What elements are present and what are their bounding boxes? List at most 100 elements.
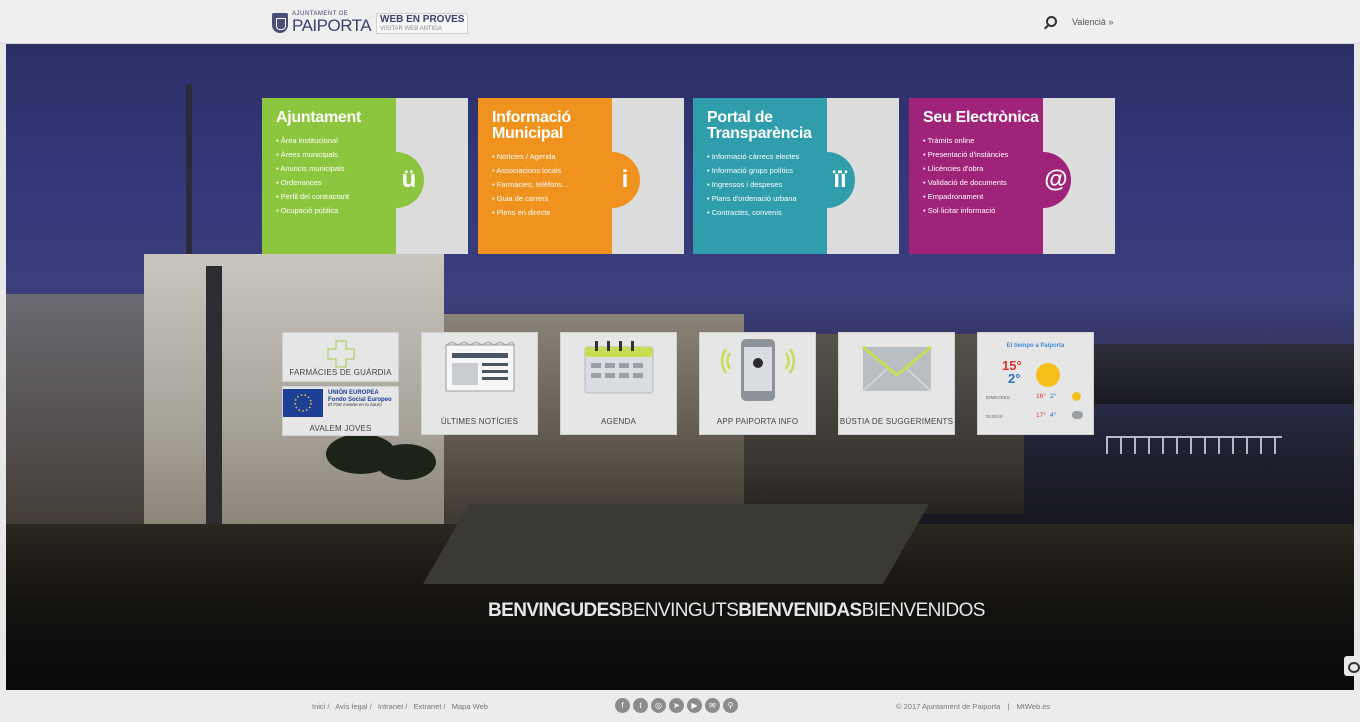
card-link[interactable]: Empadronament (923, 190, 1043, 204)
card-color-panel: Informació Municipal Notícies / Agenda A… (478, 98, 612, 254)
telegram-icon[interactable]: ➤ (669, 698, 684, 713)
top-bar: AJUNTAMENT DE PAIPORTA WEB EN PROVES VIS… (0, 0, 1360, 44)
card-link[interactable]: Informació càrrecs electes (707, 150, 827, 164)
footer-link-avis-legal[interactable]: Avís legal / (335, 702, 372, 711)
building-stripe (206, 266, 222, 566)
card-link[interactable]: Associacions locals (492, 164, 612, 178)
tile-avalem-joves[interactable]: UNIÓN EUROPEA Fondo Social Europeo El FS… (282, 386, 399, 436)
card-link[interactable]: Ordenances (276, 176, 396, 190)
facebook-icon[interactable]: f (615, 698, 630, 713)
eu-line-1: UNIÓN EUROPEA (328, 390, 379, 396)
footer-links: Inici / Avís legal / Intranet / Extranet… (312, 702, 492, 711)
card-link[interactable]: Àrees municipals (276, 148, 396, 162)
today-min: 2° (1008, 371, 1021, 386)
tile-weather[interactable]: El tiempo a Paiporta 15° 2° DIMECRES 16°… (977, 332, 1094, 435)
copyright-text: © 2017 Ajuntament de Paiporta (896, 702, 1001, 711)
credit-link[interactable]: MtWeb.es (1017, 702, 1051, 711)
tile-label: APP PAIPORTA INFO (716, 417, 799, 426)
day2-min: 4° (1050, 412, 1057, 419)
card-title: Informació Municipal (492, 109, 571, 142)
day2-name: DIJOUS (986, 414, 1003, 419)
weather-title: El tiempo a Paiporta (1006, 343, 1065, 349)
card-link[interactable]: Farmàcies, telèfons... (492, 178, 612, 192)
bridge (1106, 436, 1282, 454)
card-color-panel: Portal de Transparència Informació càrre… (693, 98, 827, 254)
card-title: Portal de Transparència (707, 109, 812, 142)
sun-icon (1072, 392, 1081, 401)
instagram-icon[interactable]: ◎ (651, 698, 666, 713)
card-color-panel: Ajuntament Àrea institucional Àrees muni… (262, 98, 396, 254)
day1-min: 2° (1050, 393, 1057, 400)
card-title: Ajuntament (276, 109, 362, 126)
social-links: f t ◎ ➤ ▶ ✉ ⚲ (615, 698, 738, 713)
card-link[interactable]: Contractes, convenis (707, 206, 827, 220)
card-link[interactable]: Àrea institucional (276, 134, 396, 148)
card-title: Seu Electrònica (923, 109, 1039, 126)
tile-label: BÚSTIA DE SUGGERIMENTS (839, 417, 954, 426)
proves-subtitle: VISITAR WEB ANTIGA (380, 26, 442, 32)
card-portal-transparencia[interactable]: ïï Portal de Transparència Informació cà… (693, 98, 899, 254)
tile-label: AGENDA (601, 417, 636, 426)
day1-name: DIMECRES (986, 395, 1010, 400)
cloud-icon (1072, 411, 1083, 419)
card-link[interactable]: Presentació d'instàncies (923, 148, 1043, 162)
welcome-word: BENVINGUDES (488, 600, 621, 621)
eu-flag-icon (283, 389, 323, 417)
card-link[interactable]: Guia de carrers (492, 192, 612, 206)
card-link[interactable]: Perfil del contractant (276, 190, 396, 204)
card-link[interactable]: Ingressos i despeses (707, 178, 827, 192)
tile-label: FARMÀCIES DE GUÀRDIA (289, 368, 392, 377)
card-link[interactable]: Ocupació pública (276, 204, 396, 218)
welcome-word: BENVINGUTS (620, 600, 739, 621)
mail-icon[interactable]: ✉ (705, 698, 720, 713)
card-link[interactable]: Plens en directe (492, 206, 612, 220)
tile-label: ÚLTIMES NOTÍCIES (440, 417, 519, 426)
proves-title: WEB EN PROVES (380, 14, 465, 25)
card-link[interactable]: Anuncis municipals (276, 162, 396, 176)
footer-link-mapa-web[interactable]: Mapa Web (452, 702, 488, 711)
card-color-panel: Seu Electrònica Tràmits online Presentac… (909, 98, 1043, 254)
eu-text: UNIÓN EUROPEA Fondo Social Europeo El FS… (328, 390, 392, 408)
eu-line-3: El FSE invierte en tu futuro (328, 402, 382, 408)
card-link[interactable]: Plans d'ordenació urbana (707, 192, 827, 206)
coat-of-arms-icon (272, 12, 288, 33)
card-informacio-municipal[interactable]: i Informació Municipal Notícies / Agenda… (478, 98, 684, 254)
search-icon[interactable] (1046, 16, 1057, 27)
footer-separator: | (1007, 702, 1010, 711)
footer-link-inici[interactable]: Inici / (312, 702, 330, 711)
card-seu-electronica[interactable]: @ Seu Electrònica Tràmits online Present… (909, 98, 1115, 254)
welcome-word: BIENVENIDAS (738, 600, 862, 621)
language-switch[interactable]: Valencià » (1072, 17, 1113, 27)
day1-max: 16° (1036, 393, 1046, 400)
card-link[interactable]: Notícies / Agenda (492, 150, 612, 164)
camera-icon[interactable] (1344, 656, 1360, 676)
old-web-link[interactable]: WEB EN PROVES VISITAR WEB ANTIGA (376, 13, 469, 34)
location-icon[interactable]: ⚲ (723, 698, 738, 713)
card-ajuntament[interactable]: ü Ajuntament Àrea institucional Àrees mu… (262, 98, 468, 254)
youtube-icon[interactable]: ▶ (687, 698, 702, 713)
card-link[interactable]: Sol·licitar informació (923, 204, 1043, 218)
tile-farmacies[interactable]: FARMÀCIES DE GUÀRDIA (282, 332, 399, 382)
card-links: Tràmits online Presentació d'instàncies … (923, 134, 1043, 218)
footer-link-extranet[interactable]: Extranet / (414, 702, 446, 711)
card-links: Informació càrrecs electes Informació gr… (707, 150, 827, 220)
card-link[interactable]: Validació de documents (923, 176, 1043, 190)
tile-bustia-suggeriments[interactable]: BÚSTIA DE SUGGERIMENTS (838, 332, 955, 435)
tile-app-paiporta[interactable]: APP PAIPORTA INFO (699, 332, 816, 435)
copyright: © 2017 Ajuntament de Paiporta | MtWeb.es (896, 702, 1050, 711)
twitter-icon[interactable]: t (633, 698, 648, 713)
card-link[interactable]: Informació grups polítics (707, 164, 827, 178)
paiporta-logo[interactable]: AJUNTAMENT DE PAIPORTA (272, 11, 372, 34)
footer-link-intranet[interactable]: Intranet / (378, 702, 408, 711)
card-link[interactable]: Llicències d'obra (923, 162, 1043, 176)
welcome-word: BIENVENIDOS (861, 600, 986, 621)
tile-agenda[interactable]: AGENDA (560, 332, 677, 435)
welcome-text: BENVINGUDESBENVINGUTSBIENVENIDASBIENVENI… (488, 600, 985, 622)
card-link[interactable]: Tràmits online (923, 134, 1043, 148)
sun-icon (1036, 363, 1060, 387)
card-links: Notícies / Agenda Associacions locals Fa… (492, 150, 612, 220)
tile-ultimes-noticies[interactable]: ÚLTIMES NOTÍCIES (421, 332, 538, 435)
antenna-tower (186, 84, 192, 254)
palm-tree (376, 444, 436, 480)
card-links: Àrea institucional Àrees municipals Anun… (276, 134, 396, 218)
